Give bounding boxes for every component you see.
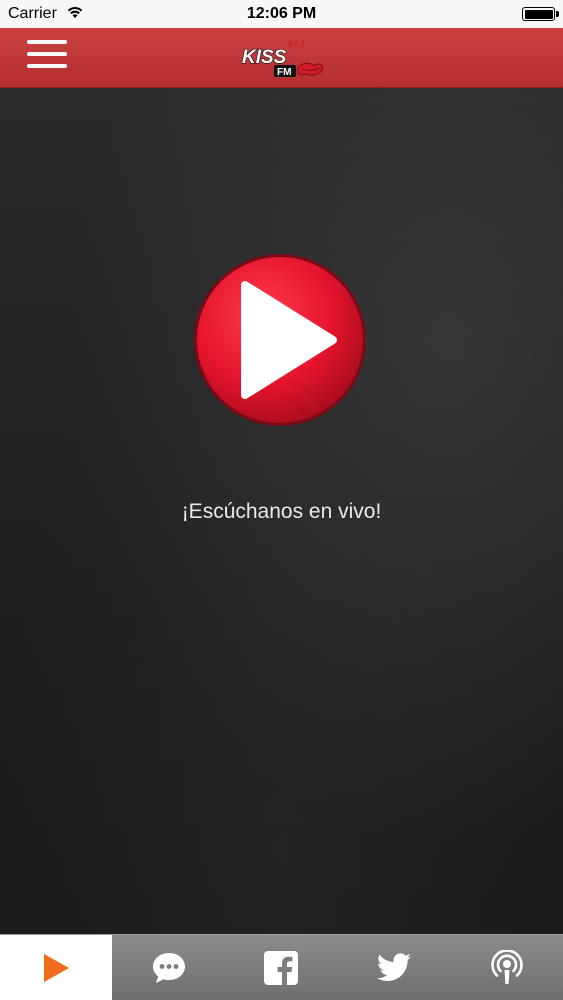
tab-facebook[interactable] bbox=[225, 935, 337, 1000]
player-stage: ¡Escúchanos en vivo! bbox=[0, 88, 563, 934]
facebook-icon bbox=[264, 951, 298, 985]
kiss-fm-logo: 97.7 KISS FM bbox=[241, 39, 323, 78]
nav-bar: 97.7 KISS FM bbox=[0, 28, 563, 88]
tab-twitter[interactable] bbox=[338, 935, 450, 1000]
play-button[interactable] bbox=[193, 253, 367, 427]
tab-player[interactable] bbox=[0, 935, 112, 1000]
tab-bar bbox=[0, 934, 563, 1000]
status-bar: Carrier 12:06 PM bbox=[0, 0, 563, 28]
chat-bubble-icon bbox=[153, 953, 185, 983]
svg-text:FM: FM bbox=[277, 67, 291, 78]
tab-podcast[interactable] bbox=[451, 935, 563, 1000]
listen-live-label: ¡Escúchanos en vivo! bbox=[181, 500, 382, 523]
play-icon bbox=[44, 954, 69, 982]
svg-text:KISS: KISS bbox=[242, 47, 287, 68]
svg-text:97.7: 97.7 bbox=[288, 39, 306, 49]
tab-chat[interactable] bbox=[113, 935, 225, 1000]
podcast-icon bbox=[491, 950, 523, 984]
hamburger-menu-icon[interactable] bbox=[27, 40, 67, 74]
clock: 12:06 PM bbox=[246, 5, 317, 22]
battery-icon bbox=[522, 7, 559, 21]
twitter-icon bbox=[376, 953, 411, 981]
